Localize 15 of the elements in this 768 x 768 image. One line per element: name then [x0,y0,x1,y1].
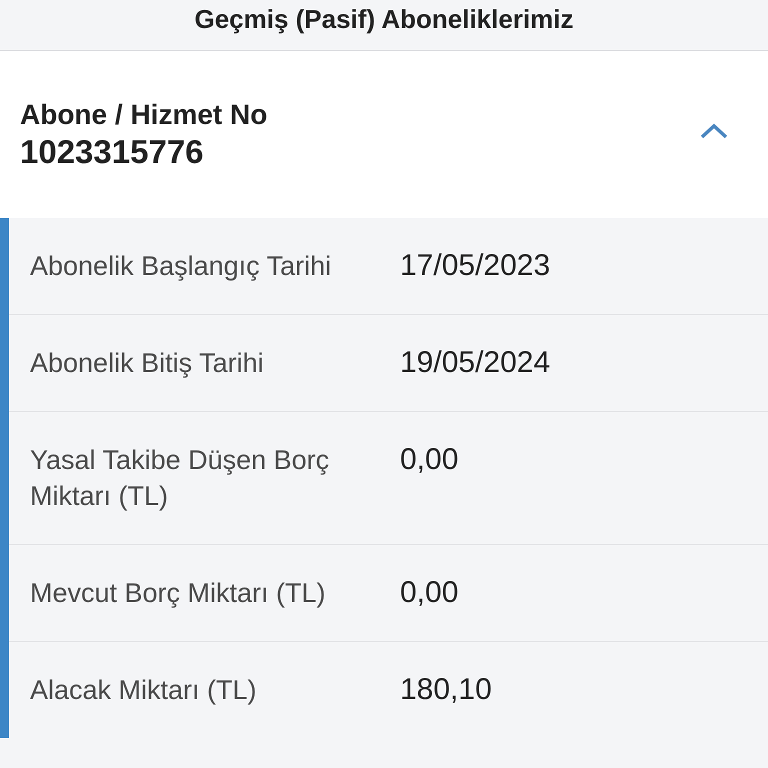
detail-value: 19/05/2024 [400,345,550,381]
detail-label: Abonelik Bitiş Tarihi [30,347,265,380]
detail-label: Yasal Takibe Düşen Borç Miktarı (TL) [30,444,330,513]
detail-label: Alacak Miktarı (TL) [30,674,258,707]
detail-value: 180,10 [400,672,492,708]
detail-label: Abonelik Başlangıç Tarihi [30,250,332,283]
detail-value: 0,00 [400,575,458,611]
subscriber-number: 1023315776 [20,132,205,170]
subscriber-label: Abone / Hizmet No [20,98,268,130]
detail-label: Mevcut Borç Miktarı (TL) [30,577,327,610]
chevron-icon[interactable] [700,122,728,138]
page-title: Geçmiş (Pasif) Aboneliklerimiz [194,4,574,34]
subscription-header[interactable]: Abone / Hizmet No 1023315776 [0,51,768,218]
detail-value: 17/05/2023 [400,248,550,284]
detail-value: 0,00 [400,442,458,478]
